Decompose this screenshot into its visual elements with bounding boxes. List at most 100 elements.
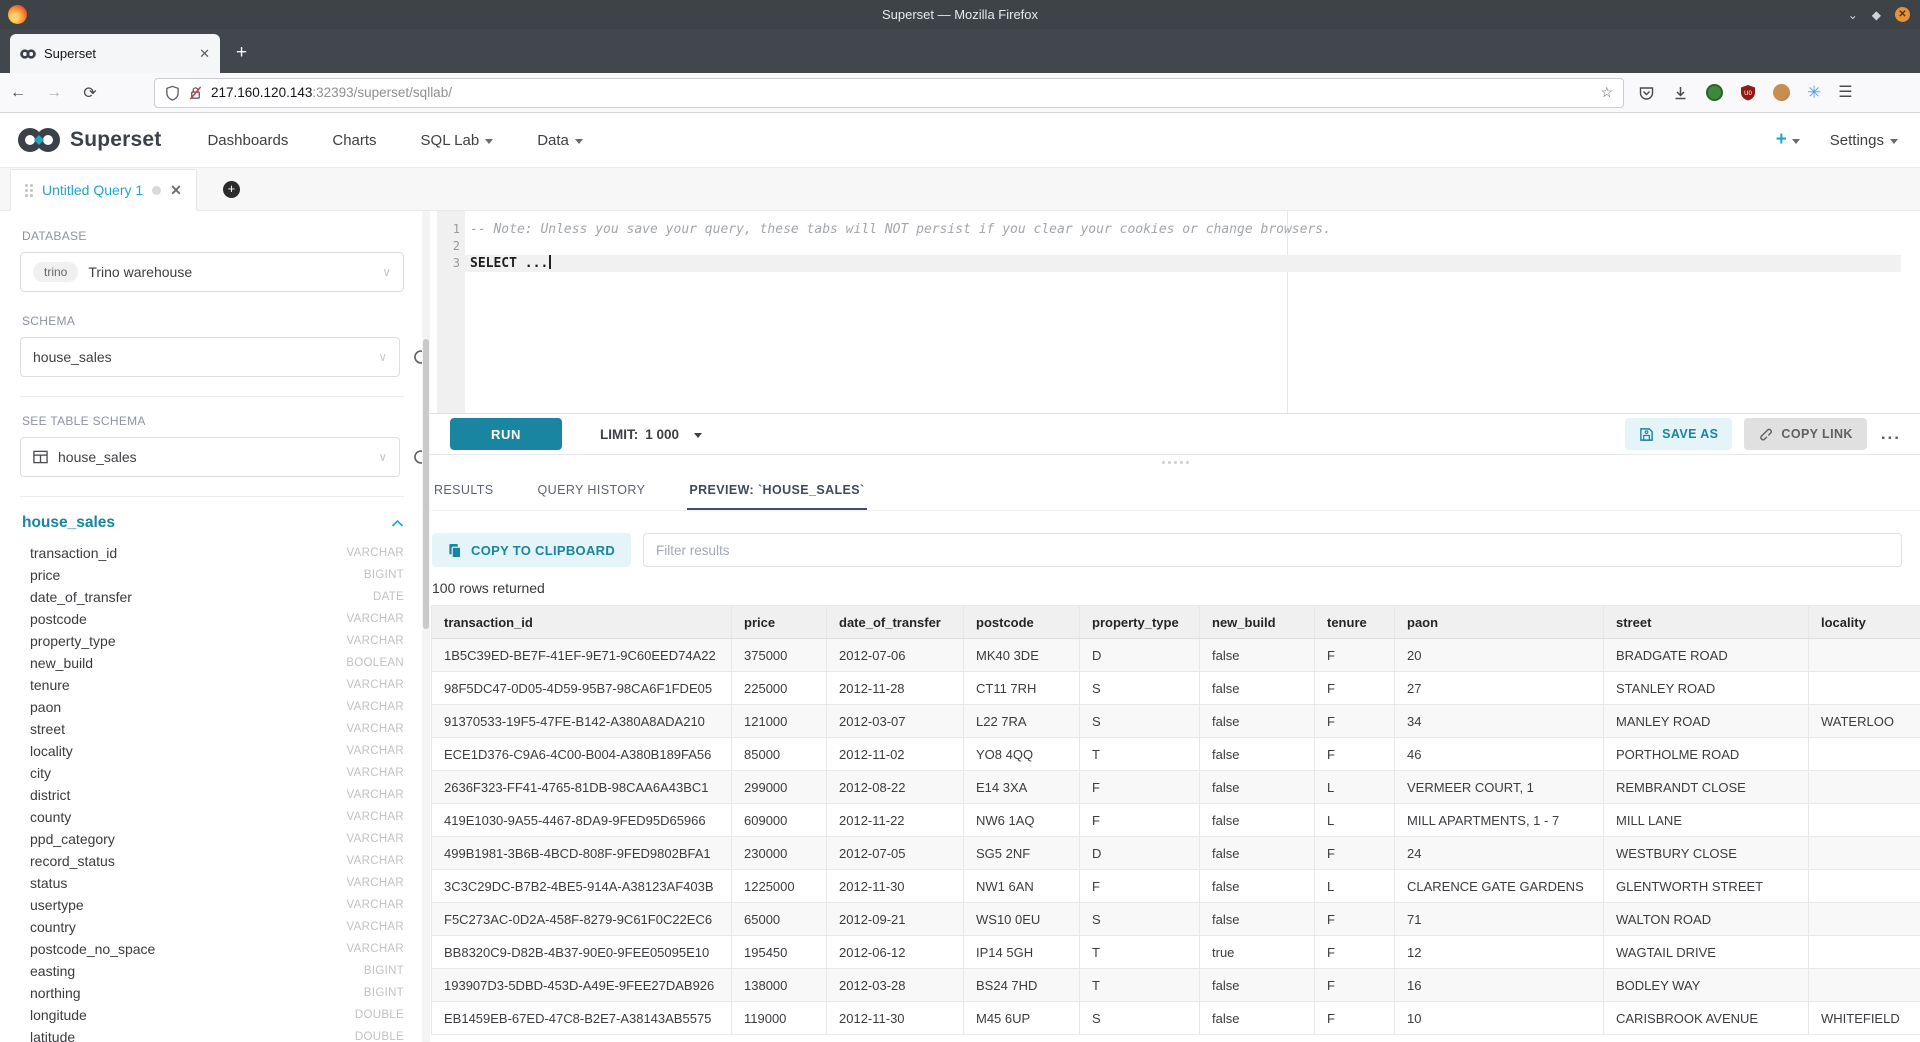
column-row[interactable]: date_of_transferDATE — [20, 586, 404, 608]
table-row[interactable]: F5C273AC-0D2A-458F-8279-9C61F0C22EC66500… — [432, 903, 1920, 936]
column-header-property_type[interactable]: property_type — [1080, 606, 1200, 639]
column-row[interactable]: eastingBIGINT — [20, 960, 404, 982]
column-row[interactable]: localityVARCHAR — [20, 740, 404, 762]
table-row[interactable]: 1B5C39ED-BE7F-41EF-9E71-9C60EED74A223750… — [432, 639, 1920, 672]
column-name: county — [30, 809, 71, 825]
editor-content[interactable]: -- Note: Unless you save your query, the… — [465, 211, 1901, 413]
browser-tab-close-icon[interactable]: ✕ — [199, 46, 210, 62]
copy-link-button[interactable]: COPY LINK — [1744, 418, 1866, 450]
column-row[interactable]: longitudeDOUBLE — [20, 1004, 404, 1026]
query-tab-close-icon[interactable]: ✕ — [170, 182, 182, 199]
reload-icon[interactable]: ⟳ — [72, 83, 108, 103]
superset-logo[interactable]: Superset — [16, 126, 161, 154]
asterisk-extension-icon[interactable]: ✳ — [1807, 84, 1821, 101]
nav-item-dashboards[interactable]: Dashboards — [207, 132, 288, 149]
database-select[interactable]: trino Trino warehouse ∨ — [20, 252, 404, 292]
table-row[interactable]: 499B1981-3B6B-4BCD-808F-9FED9802BFA12300… — [432, 837, 1920, 870]
query-tab-active[interactable]: Untitled Query 1 ✕ — [10, 169, 197, 211]
settings-menu[interactable]: Settings — [1830, 132, 1898, 149]
table-row[interactable]: 3C3C29DC-B7B2-4BE5-914A-A38123AF403B1225… — [432, 870, 1920, 903]
column-row[interactable]: countryVARCHAR — [20, 916, 404, 938]
column-row[interactable]: latitudeDOUBLE — [20, 1026, 404, 1042]
column-header-locality[interactable]: locality — [1809, 606, 1920, 639]
window-close-icon[interactable]: ✕ — [1895, 7, 1910, 22]
pane-resize-handle[interactable] — [431, 455, 1920, 469]
column-header-transaction_id[interactable]: transaction_id — [432, 606, 732, 639]
more-menu-icon[interactable]: ... — [1881, 424, 1901, 444]
ublock-icon[interactable]: U0 — [1740, 84, 1756, 101]
left-panel-scrollbar[interactable] — [422, 211, 430, 1042]
table-row[interactable]: 193907D3-5DBD-453D-A49E-9FEE27DAB9261380… — [432, 969, 1920, 1002]
column-row[interactable]: postcodeVARCHAR — [20, 608, 404, 630]
column-row[interactable]: postcode_no_spaceVARCHAR — [20, 938, 404, 960]
main-nav: Dashboards Charts SQL Lab Data — [207, 132, 582, 149]
column-row[interactable]: property_typeVARCHAR — [20, 630, 404, 652]
window-maximize-icon[interactable]: ◆ — [1872, 9, 1881, 21]
column-row[interactable]: districtVARCHAR — [20, 784, 404, 806]
column-row[interactable]: usertypeVARCHAR — [20, 894, 404, 916]
nav-item-charts[interactable]: Charts — [332, 132, 376, 149]
new-item-button[interactable]: + — [1776, 129, 1800, 151]
column-row[interactable]: record_statusVARCHAR — [20, 850, 404, 872]
nav-item-data[interactable]: Data — [537, 132, 583, 149]
column-header-paon[interactable]: paon — [1395, 606, 1604, 639]
back-icon[interactable]: ← — [0, 84, 36, 102]
tab-preview-house-sales[interactable]: PREVIEW: `HOUSE_SALES` — [687, 477, 866, 510]
schema-select[interactable]: house_sales ∨ — [20, 337, 400, 377]
tab-query-history[interactable]: QUERY HISTORY — [536, 477, 648, 510]
copy-to-clipboard-button[interactable]: COPY TO CLIPBOARD — [432, 533, 631, 567]
column-header-street[interactable]: street — [1604, 606, 1809, 639]
table-row[interactable]: EB1459EB-67ED-47C8-B2E7-A38143AB55751190… — [432, 1002, 1920, 1035]
table-row[interactable]: 2636F323-FF41-4765-81DB-98CAA6A43BC12990… — [432, 771, 1920, 804]
bookmark-star-icon[interactable]: ☆ — [1600, 84, 1613, 101]
results-table-container[interactable]: transaction_idpricedate_of_transferpostc… — [431, 605, 1920, 1042]
column-row[interactable]: countyVARCHAR — [20, 806, 404, 828]
new-tab-button[interactable]: + — [236, 42, 247, 64]
column-row[interactable]: transaction_idVARCHAR — [20, 542, 404, 564]
copy-icon — [448, 543, 462, 558]
sql-editor[interactable]: 123 -- Note: Unless you save your query,… — [430, 211, 1920, 413]
insecure-lock-icon[interactable] — [188, 85, 203, 101]
column-row[interactable]: northingBIGINT — [20, 982, 404, 1004]
column-row[interactable]: ppd_categoryVARCHAR — [20, 828, 404, 850]
column-header-new_build[interactable]: new_build — [1200, 606, 1315, 639]
table-row[interactable]: 91370533-19F5-47FE-B142-A380A8ADA2101210… — [432, 705, 1920, 738]
window-minimize-icon[interactable]: ⌄ — [1848, 9, 1858, 21]
table-row[interactable]: ECE1D376-C9A6-4C00-B004-A380B189FA568500… — [432, 738, 1920, 771]
table-row[interactable]: BB8320C9-D82B-4B37-90E0-9FEE05095E101954… — [432, 936, 1920, 969]
column-row[interactable]: cityVARCHAR — [20, 762, 404, 784]
table-schema-title[interactable]: house_sales — [22, 514, 115, 532]
tab-results[interactable]: RESULTS — [432, 477, 496, 510]
column-row[interactable]: tenureVARCHAR — [20, 674, 404, 696]
column-row[interactable]: new_buildBOOLEAN — [20, 652, 404, 674]
url-bar[interactable]: 217.160.120.143:32393/superset/sqllab/ ☆ — [154, 78, 1624, 108]
menu-hamburger-icon[interactable]: ☰ — [1838, 85, 1852, 101]
nav-item-sql-lab[interactable]: SQL Lab — [421, 132, 494, 149]
privacy-badger-icon[interactable] — [1706, 84, 1723, 101]
column-header-postcode[interactable]: postcode — [964, 606, 1080, 639]
column-header-price[interactable]: price — [732, 606, 827, 639]
column-row[interactable]: paonVARCHAR — [20, 696, 404, 718]
chevron-up-icon[interactable] — [391, 519, 404, 528]
table-row[interactable]: 419E1030-9A55-4467-8DA9-9FED95D659666090… — [432, 804, 1920, 837]
column-header-date_of_transfer[interactable]: date_of_transfer — [827, 606, 964, 639]
add-query-tab-button[interactable]: + — [223, 181, 240, 198]
cookie-extension-icon[interactable] — [1773, 84, 1790, 101]
filter-results-input[interactable] — [643, 533, 1902, 567]
column-row[interactable]: statusVARCHAR — [20, 872, 404, 894]
downloads-icon[interactable] — [1672, 85, 1689, 101]
run-button[interactable]: RUN — [450, 418, 562, 450]
table-select[interactable]: house_sales ∨ — [20, 437, 400, 477]
forward-icon[interactable]: → — [36, 84, 72, 102]
browser-tab[interactable]: Superset ✕ — [10, 34, 220, 73]
column-row[interactable]: priceBIGINT — [20, 564, 404, 586]
scrollbar-thumb[interactable] — [423, 339, 429, 629]
column-row[interactable]: streetVARCHAR — [20, 718, 404, 740]
limit-dropdown[interactable]: LIMIT: 1 000 — [600, 427, 702, 442]
pocket-icon[interactable] — [1638, 85, 1655, 101]
table-row[interactable]: 98F5DC47-0D05-4D59-95B7-98CA6F1FDE052250… — [432, 672, 1920, 705]
drag-handle-icon[interactable] — [25, 184, 33, 197]
shield-permissions-icon[interactable] — [165, 85, 180, 101]
save-as-button[interactable]: SAVE AS — [1625, 418, 1732, 450]
column-header-tenure[interactable]: tenure — [1315, 606, 1395, 639]
